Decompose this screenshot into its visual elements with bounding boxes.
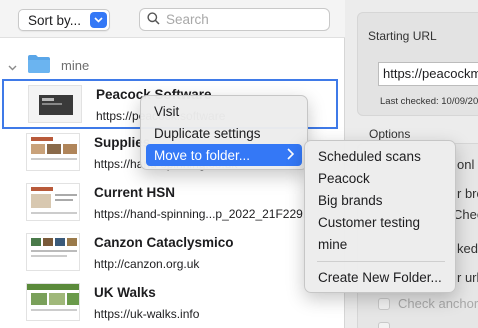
menu-item-visit[interactable]: Visit — [146, 100, 302, 122]
item-url: https://hand-spinning...p_2022_21F229. — [94, 207, 307, 221]
item-url: http://canzon.org.uk — [94, 257, 200, 271]
site-thumbnail — [26, 133, 80, 171]
menu-separator — [317, 261, 445, 262]
site-thumbnail — [26, 283, 80, 321]
site-thumbnail — [26, 183, 80, 221]
menu-item-label: Peacock — [318, 170, 370, 186]
menu-item-move-to-folder[interactable]: Move to folder... — [146, 144, 302, 166]
menu-item-folder[interactable]: Peacock — [310, 167, 450, 189]
list-item[interactable]: Current HSN https://hand-spinning...p_20… — [2, 179, 338, 229]
last-checked-text: Last checked: 10/09/20 — [380, 96, 478, 107]
menu-item-label: Duplicate settings — [154, 125, 261, 141]
menu-item-label: Customer testing — [318, 214, 421, 230]
item-title: Current HSN — [94, 185, 176, 200]
item-title: Canzon Cataclysmico — [94, 235, 234, 250]
menu-item-label: Scheduled scans — [318, 148, 421, 164]
checkbox[interactable] — [378, 322, 390, 328]
list-toolbar: Sort by... — [0, 0, 345, 38]
option-text: onl — [457, 157, 475, 172]
item-title: UK Walks — [94, 285, 156, 300]
search-field[interactable] — [139, 8, 330, 31]
menu-item-folder[interactable]: mine — [310, 233, 450, 255]
group-row-mine[interactable]: mine — [0, 52, 345, 78]
starting-url-field[interactable]: https://peacockm — [378, 62, 478, 86]
folder-icon — [27, 54, 51, 77]
site-thumbnail — [28, 85, 82, 123]
option-text: r bro — [457, 186, 478, 201]
folder-submenu: Scheduled scans Peacock Big brands Custo… — [304, 140, 456, 293]
search-icon — [147, 11, 160, 28]
menu-item-label: Move to folder... — [154, 147, 251, 163]
menu-item-label: Visit — [154, 103, 180, 119]
item-url: https://uk-walks.info — [94, 307, 200, 321]
search-input[interactable] — [166, 12, 316, 27]
site-thumbnail — [26, 233, 80, 271]
list-item[interactable]: UK Walks https://uk-walks.info — [2, 279, 338, 328]
check-anchors-label: Check anchor — [398, 296, 478, 311]
menu-item-folder[interactable]: Scheduled scans — [310, 145, 450, 167]
check-anchors-option[interactable]: Check anchor — [378, 296, 478, 311]
menu-item-label: Big brands — [318, 192, 383, 208]
options-label: Options — [369, 127, 411, 141]
sort-by-button[interactable]: Sort by... — [18, 9, 110, 31]
option-text: ked — [457, 241, 478, 256]
menu-item-create-folder[interactable]: Create New Folder... — [310, 266, 450, 288]
starting-url-label: Starting URL — [368, 29, 437, 43]
sort-by-label: Sort by... — [28, 12, 82, 28]
option-text: r urls — [457, 270, 478, 285]
menu-item-folder[interactable]: Customer testing — [310, 211, 450, 233]
chevron-down-icon — [90, 12, 107, 28]
menu-item-label: mine — [318, 236, 348, 252]
context-menu: Visit Duplicate settings Move to folder.… — [140, 95, 308, 170]
chevron-right-icon — [287, 148, 295, 163]
chevron-down-icon[interactable] — [8, 59, 17, 74]
option-text: Chec — [453, 207, 478, 222]
checkbox[interactable] — [378, 297, 390, 310]
group-name: mine — [61, 58, 90, 73]
menu-item-folder[interactable]: Big brands — [310, 189, 450, 211]
menu-item-duplicate-settings[interactable]: Duplicate settings — [146, 122, 302, 144]
menu-item-label: Create New Folder... — [318, 269, 442, 285]
list-item[interactable]: Canzon Cataclysmico http://canzon.org.uk — [2, 229, 338, 279]
